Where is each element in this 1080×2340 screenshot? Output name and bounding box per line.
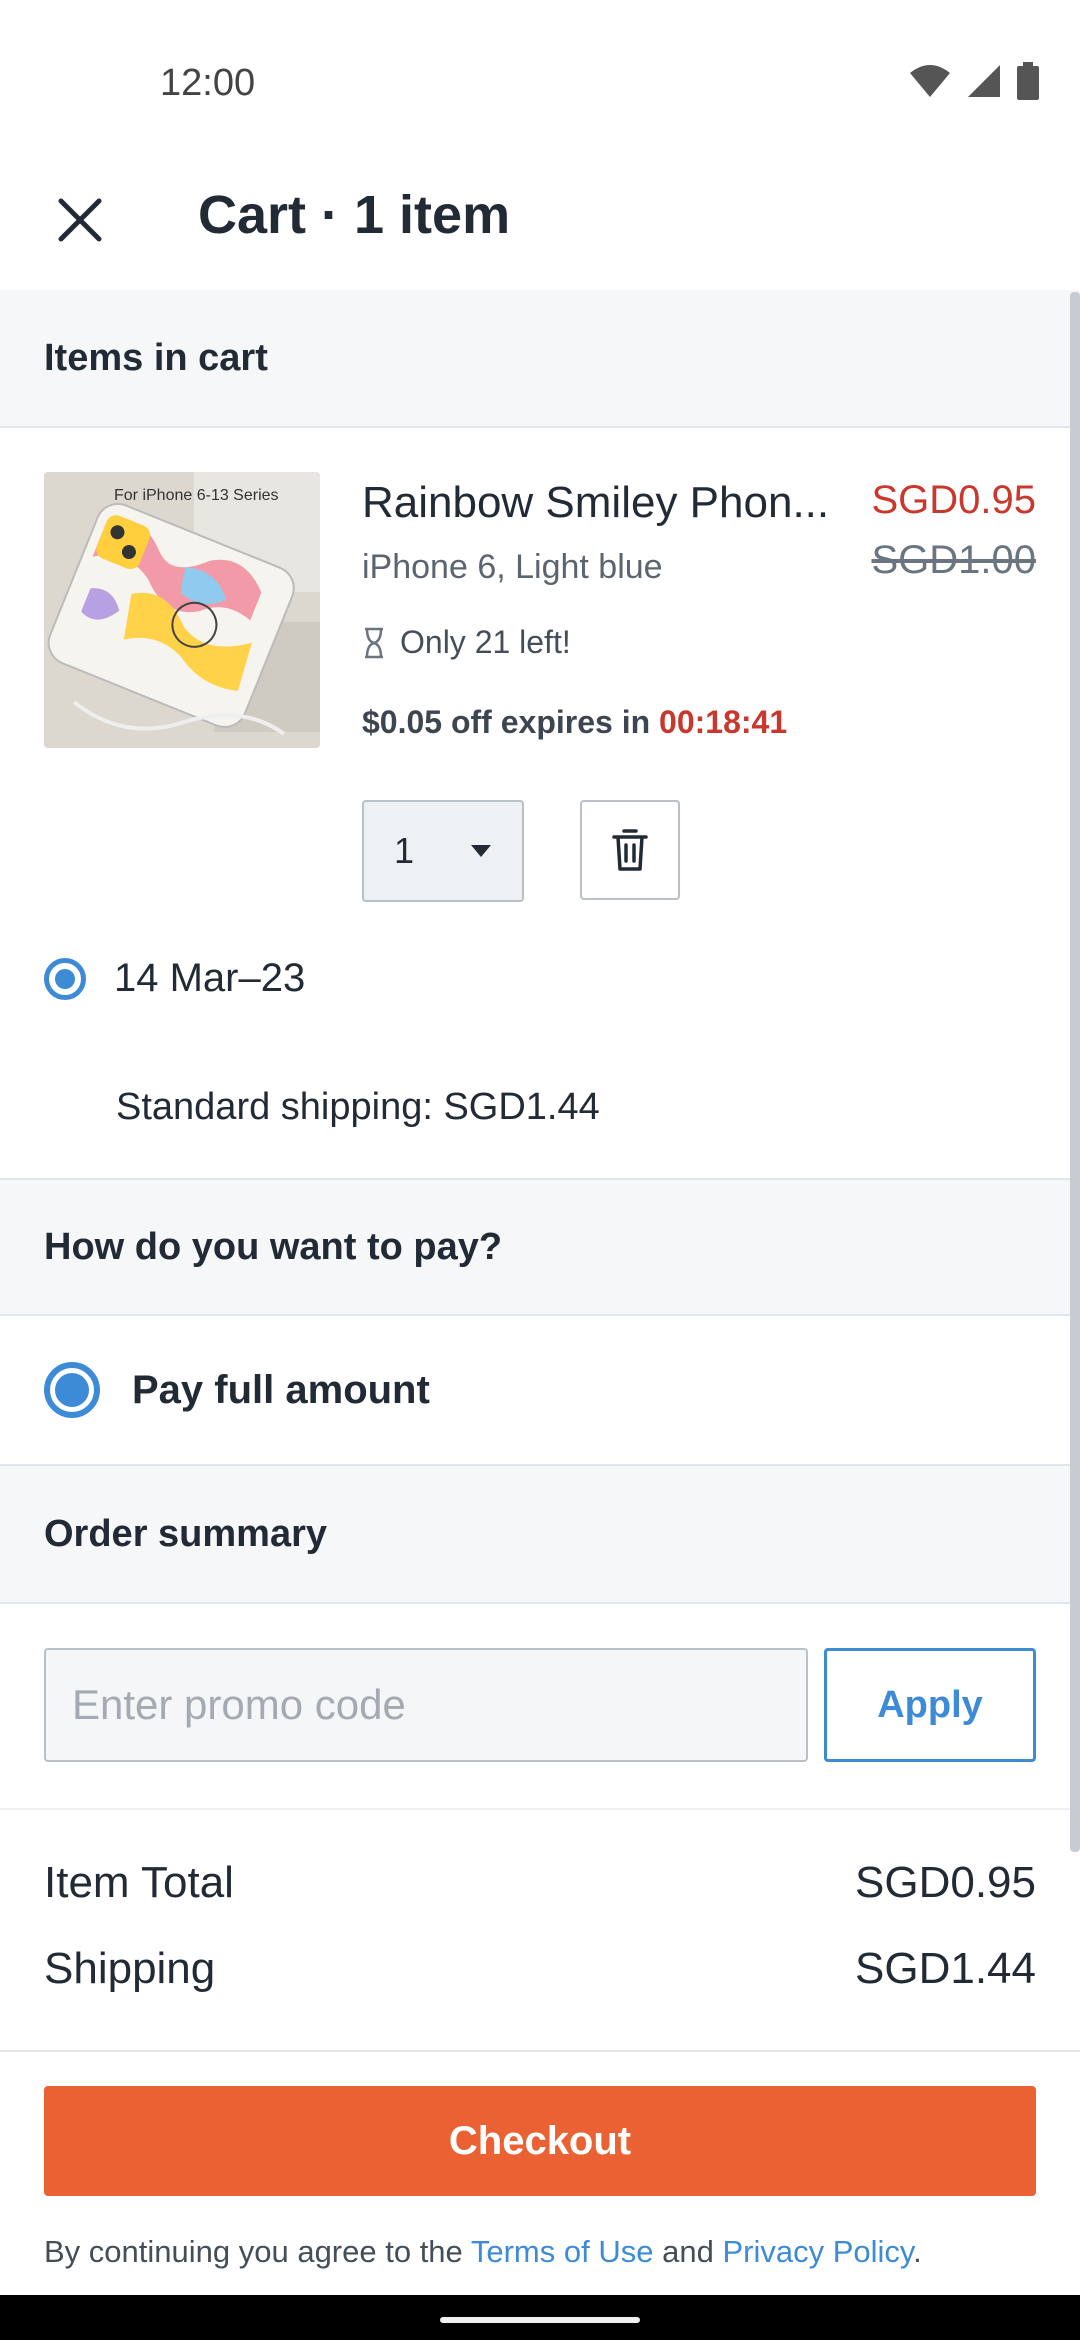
page-title: Cart · 1 item xyxy=(198,185,511,245)
privacy-policy-link[interactable]: Privacy Policy xyxy=(722,2234,913,2269)
summary-value: SGD1.44 xyxy=(855,1944,1036,1993)
cart-scroll-area[interactable]: Items in cart For iPhone 6-13 Series Rai… xyxy=(0,290,1080,2050)
summary-label: Item Total xyxy=(44,1858,234,1907)
close-icon xyxy=(58,198,102,242)
pay-full-label: Pay full amount xyxy=(132,1367,430,1412)
summary-value: SGD0.95 xyxy=(855,1858,1036,1907)
delivery-dates: 14 Mar–23 xyxy=(114,956,306,1000)
sale-price: SGD0.95 xyxy=(871,478,1036,522)
delete-item-button[interactable] xyxy=(580,800,680,900)
quantity-value: 1 xyxy=(394,830,415,871)
trash-icon xyxy=(612,829,648,871)
cart-item: For iPhone 6-13 Series Rainbow Smiley Ph… xyxy=(0,428,1080,1178)
legal-prefix: By continuing you agree to the xyxy=(44,2234,463,2269)
system-nav-bar xyxy=(0,2295,1080,2340)
offer-timer: 00:18:41 xyxy=(659,704,788,740)
offer-text: $0.05 off expires in xyxy=(362,704,651,740)
hourglass-icon xyxy=(365,627,383,658)
original-price: SGD1.00 xyxy=(871,538,1036,582)
order-summary: Item Total SGD0.95 Shipping SGD1.44 xyxy=(0,1810,1080,2012)
apply-promo-button[interactable]: Apply xyxy=(824,1648,1036,1762)
payment-header: How do you want to pay? xyxy=(0,1178,1080,1316)
close-button[interactable] xyxy=(40,180,120,260)
status-icons xyxy=(908,62,1040,100)
wifi-icon xyxy=(910,65,950,97)
delivery-radio[interactable] xyxy=(44,957,86,1000)
checkout-button[interactable]: Checkout xyxy=(44,2086,1036,2196)
product-title[interactable]: Rainbow Smiley Phon... xyxy=(362,478,842,528)
cellular-signal-icon xyxy=(968,65,1000,97)
promo-section: Apply xyxy=(0,1604,1080,1810)
pay-full-radio[interactable] xyxy=(44,1362,100,1418)
summary-row-shipping: Shipping SGD1.44 xyxy=(0,1926,1080,2012)
stock-text: Only 21 left! xyxy=(400,624,571,660)
shipping-label: Standard shipping: SGD1.44 xyxy=(116,1086,600,1128)
status-time: 12:00 xyxy=(160,62,256,104)
delivery-option[interactable]: 14 Mar–23 xyxy=(44,956,305,1001)
dropdown-arrow-icon xyxy=(471,845,491,857)
battery-icon xyxy=(1017,62,1039,100)
legal-and: and xyxy=(662,2234,714,2269)
home-gesture-handle[interactable] xyxy=(440,2317,640,2323)
app-bar: Cart · 1 item xyxy=(0,160,1080,290)
legal-suffix: . xyxy=(913,2234,922,2269)
stock-notice: Only 21 left! xyxy=(362,624,571,661)
legal-notice: By continuing you agree to the Terms of … xyxy=(44,2234,922,2270)
product-image-caption: For iPhone 6-13 Series xyxy=(114,487,279,504)
checkout-footer: Checkout By continuing you agree to the … xyxy=(0,2050,1080,2295)
summary-row-item-total: Item Total SGD0.95 xyxy=(0,1840,1080,1926)
summary-label: Shipping xyxy=(44,1944,216,1993)
quantity-select[interactable]: 1 xyxy=(362,800,524,902)
pay-full-amount-option[interactable]: Pay full amount xyxy=(0,1316,1080,1466)
status-bar: 12:00 xyxy=(0,0,1080,160)
product-variant: iPhone 6, Light blue xyxy=(362,548,663,586)
offer-countdown: $0.05 off expires in 00:18:41 xyxy=(362,704,787,741)
order-summary-header: Order summary xyxy=(0,1466,1080,1604)
items-in-cart-header: Items in cart xyxy=(0,290,1080,428)
product-image[interactable]: For iPhone 6-13 Series xyxy=(44,472,320,748)
promo-code-input[interactable] xyxy=(44,1648,808,1762)
terms-of-use-link[interactable]: Terms of Use xyxy=(471,2234,654,2269)
scrollbar[interactable] xyxy=(1070,292,1080,1852)
